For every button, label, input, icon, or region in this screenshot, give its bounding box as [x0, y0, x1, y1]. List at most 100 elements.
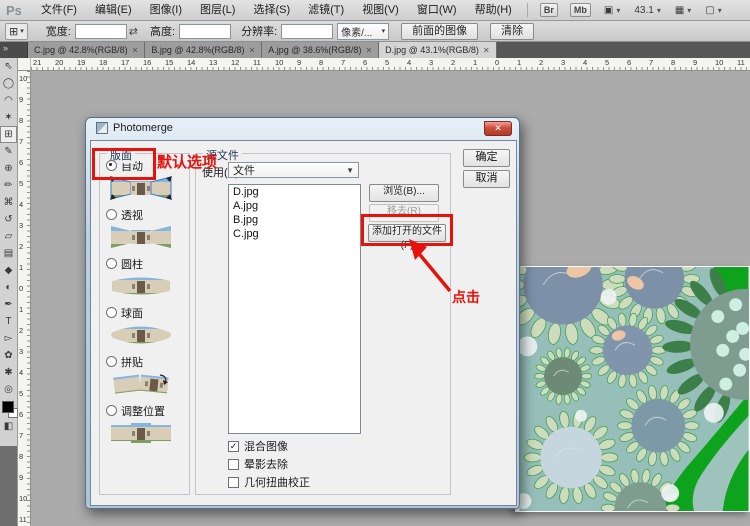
layout-radio-row[interactable]: 球面 [106, 306, 189, 319]
checkbox-label: 几何扭曲校正 [244, 474, 310, 490]
ruler-number: 6 [19, 411, 29, 419]
crop-tool[interactable]: ⊞ [0, 126, 17, 143]
layout-thumbnail-collage [110, 372, 189, 399]
screen-mode-button[interactable]: ▢▾ [705, 5, 721, 16]
file-list-item[interactable]: A.jpg [229, 199, 360, 213]
height-input[interactable] [179, 24, 231, 39]
radio-button-collage[interactable] [106, 356, 117, 367]
radio-button-spherical[interactable] [106, 307, 117, 318]
layout-option-label: 圆柱 [121, 256, 143, 272]
document-tab[interactable]: B.jpg @ 42.8%(RGB/8)✕ [145, 42, 262, 58]
close-icon[interactable]: ✕ [249, 46, 256, 55]
close-icon[interactable]: ✕ [483, 46, 490, 55]
cancel-button[interactable]: 取消 [463, 170, 510, 188]
lasso-tool[interactable]: ◠ [0, 92, 17, 109]
menu-item[interactable]: 图像(I) [141, 4, 191, 16]
tab-label: C.jpg @ 42.8%(RGB/8) [34, 45, 128, 55]
zoom-tool[interactable]: ◎ [0, 381, 17, 398]
front-image-button[interactable]: 前面的图像 [401, 23, 478, 40]
clear-button[interactable]: 清除 [490, 23, 534, 40]
zoom-level-control[interactable]: 43.1▾ [634, 5, 660, 16]
checkbox-checked[interactable]: ✓ [228, 441, 239, 452]
tool-palette: ⇖◯◠✶⊞✎⊕✏⌘↺▱▤◆◐✒T▻✿✱◎ ◧ [0, 58, 18, 526]
menu-item[interactable]: 窗口(W) [408, 4, 466, 16]
quick-mask-button[interactable]: ◧ [0, 418, 17, 435]
layout-radio-row[interactable]: 透视 [106, 208, 189, 221]
move-tool[interactable]: ⇖ [0, 58, 17, 75]
source-file-list[interactable]: D.jpgA.jpgB.jpgC.jpg [228, 184, 361, 434]
quick-selection-tool[interactable]: ✶ [0, 109, 17, 126]
type-tool[interactable]: T [0, 313, 17, 330]
blur-tool[interactable]: ◆ [0, 262, 17, 279]
hand-tool[interactable]: ✱ [0, 364, 17, 381]
brush-tool[interactable]: ✏ [0, 177, 17, 194]
layout-thumbnail-reposition [110, 421, 189, 448]
close-icon[interactable]: ✕ [365, 46, 372, 55]
browse-button[interactable]: 浏览(B)... [369, 184, 439, 202]
foreground-color-swatch[interactable] [2, 401, 14, 413]
menu-item[interactable]: 编辑(E) [86, 4, 141, 16]
dodge-tool[interactable]: ◐ [0, 279, 17, 296]
clone-stamp-tool[interactable]: ⌘ [0, 194, 17, 211]
eraser-tool[interactable]: ▱ [0, 228, 17, 245]
checkbox-unchecked[interactable] [228, 459, 239, 470]
layout-radio-row[interactable]: 圆柱 [106, 257, 189, 270]
close-icon: ✕ [494, 123, 502, 133]
marquee-tool[interactable]: ◯ [0, 75, 17, 92]
mini-bridge-button[interactable]: Mb [570, 3, 591, 17]
bridge-button[interactable]: Br [540, 3, 558, 17]
view-extras-button[interactable]: ▦▾ [675, 5, 691, 16]
eyedropper-tool[interactable]: ✎ [0, 143, 17, 160]
gradient-tool[interactable]: ▤ [0, 245, 17, 262]
ruler-number: 10 [715, 58, 723, 67]
layout-options: 自动透视圆柱球面拼贴调整位置 [100, 159, 189, 448]
menubar-divider [527, 3, 528, 17]
history-brush-tool[interactable]: ↺ [0, 211, 17, 228]
document-tab[interactable]: A.jpg @ 38.6%(RGB/8)✕ [262, 42, 379, 58]
layout-radio-row[interactable]: 调整位置 [106, 404, 189, 417]
checkbox-row[interactable]: ✓混合图像 [228, 440, 288, 452]
layout-thumbnail-spherical [110, 323, 189, 350]
ruler-number: 11 [737, 58, 745, 67]
file-list-item[interactable]: C.jpg [229, 227, 360, 241]
chevron-down-icon: ▾ [20, 27, 24, 35]
checkbox-row[interactable]: 晕影去除 [228, 458, 288, 470]
layout-radio-row[interactable]: 拼贴 [106, 355, 189, 368]
pen-tool[interactable]: ✒ [0, 296, 17, 313]
custom-shape-tool[interactable]: ✿ [0, 347, 17, 364]
ruler-number: 4 [583, 58, 587, 67]
tab-label: D.jpg @ 43.1%(RGB/8) [385, 45, 479, 55]
color-swatches[interactable] [0, 400, 17, 418]
menu-item[interactable]: 滤镜(T) [299, 4, 353, 16]
resolution-input[interactable] [281, 24, 333, 39]
path-selection-tool[interactable]: ▻ [0, 330, 17, 347]
menu-item[interactable]: 帮助(H) [466, 4, 521, 16]
resolution-unit-select[interactable]: 像素/... ▾ [337, 23, 389, 40]
radio-button-reposition[interactable] [106, 405, 117, 416]
width-input[interactable] [75, 24, 127, 39]
menu-item[interactable]: 选择(S) [244, 4, 299, 16]
checkbox-row[interactable]: 几何扭曲校正 [228, 476, 310, 488]
document-tab[interactable]: D.jpg @ 43.1%(RGB/8) ✕ [379, 42, 496, 58]
ruler-number: 15 [165, 58, 173, 67]
checkbox-unchecked[interactable] [228, 477, 239, 488]
close-button[interactable]: ✕ [484, 121, 512, 136]
ruler-number: 2 [19, 243, 29, 251]
menu-item[interactable]: 视图(V) [353, 4, 408, 16]
file-list-item[interactable]: B.jpg [229, 213, 360, 227]
radio-button-perspective[interactable] [106, 209, 117, 220]
close-icon[interactable]: ✕ [132, 46, 139, 55]
document-tab[interactable]: C.jpg @ 42.8%(RGB/8) ✕ [28, 42, 145, 58]
ok-button[interactable]: 确定 [463, 149, 510, 167]
file-list-item[interactable]: D.jpg [229, 185, 360, 199]
swap-dimensions-icon[interactable]: ⇄ [129, 25, 138, 38]
use-select[interactable]: 文件 ▼ [228, 162, 359, 178]
ruler-number: 1 [19, 264, 29, 272]
crop-tool-preset[interactable]: ⊞ ▾ [5, 23, 28, 40]
radio-button-cylindrical[interactable] [106, 258, 117, 269]
tab-overflow-button[interactable]: » [0, 42, 28, 58]
menu-item[interactable]: 图层(L) [191, 4, 244, 16]
menu-item[interactable]: 文件(F) [32, 4, 86, 16]
arrange-documents-button[interactable]: ▣▾ [604, 5, 620, 16]
healing-brush-tool[interactable]: ⊕ [0, 160, 17, 177]
